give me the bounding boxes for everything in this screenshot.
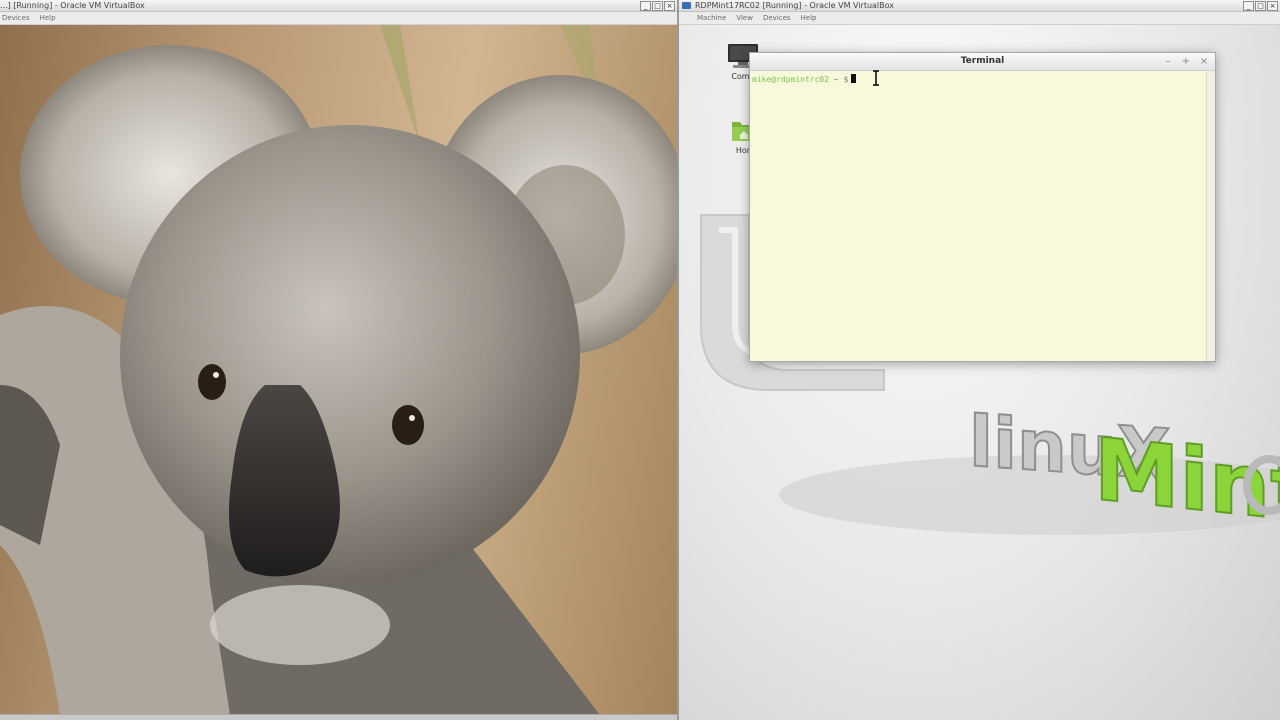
right-menu-help[interactable]: Help <box>801 12 817 24</box>
terminal-close-button[interactable]: × <box>1199 53 1209 70</box>
left-vm-statusbar <box>0 714 677 720</box>
left-menu-devices[interactable]: Devices <box>2 12 30 24</box>
left-menu-help[interactable]: Help <box>40 12 56 24</box>
right-menu-view[interactable]: View <box>736 12 753 24</box>
right-vm-minimize-button[interactable]: _ <box>1243 1 1254 11</box>
terminal-title: Terminal <box>960 56 1005 66</box>
left-vm-maximize-button[interactable]: □ <box>652 1 663 11</box>
koala-image <box>0 25 677 715</box>
terminal-text-area[interactable]: mike@rdpmintrc02 ~ $ <box>750 71 1207 361</box>
left-virtualbox-window: ...] [Running] - Oracle VM VirtualBox _ … <box>0 0 677 720</box>
koala-wallpaper <box>0 25 677 715</box>
right-vm-menubar: Machine View Devices Help <box>679 12 1280 25</box>
terminal-prompt-symbol: ~ $ <box>833 75 849 84</box>
mouse-ibeam-cursor-icon <box>873 70 879 86</box>
right-vm-maximize-button[interactable]: □ <box>1255 1 1266 11</box>
terminal-maximize-button[interactable]: + <box>1181 53 1191 70</box>
terminal-prompt-user: mike@rdpmintrc02 <box>752 75 830 84</box>
terminal-scrollbar[interactable] <box>1206 71 1215 361</box>
terminal-window[interactable]: Terminal – + × mike@rdpmintrc02 ~ $ <box>749 52 1216 362</box>
right-menu-devices[interactable]: Devices <box>763 12 791 24</box>
right-menu-machine[interactable]: Machine <box>697 12 726 24</box>
terminal-titlebar[interactable]: Terminal – + × <box>750 53 1215 71</box>
left-vm-title: ...] [Running] - Oracle VM VirtualBox <box>0 1 145 10</box>
right-vm-close-button[interactable]: × <box>1267 1 1278 11</box>
right-vm-titlebar[interactable]: RDPMint17RC02 [Running] - Oracle VM Virt… <box>679 0 1280 12</box>
virtualbox-app-icon <box>682 2 691 9</box>
left-vm-titlebar[interactable]: ...] [Running] - Oracle VM VirtualBox _ … <box>0 0 677 12</box>
terminal-cursor <box>851 74 857 83</box>
left-vm-minimize-button[interactable]: _ <box>640 1 651 11</box>
left-vm-menubar: Devices Help <box>0 12 677 25</box>
terminal-minimize-button[interactable]: – <box>1163 53 1173 70</box>
right-vm-title: RDPMint17RC02 [Running] - Oracle VM Virt… <box>695 1 895 10</box>
left-vm-close-button[interactable]: × <box>664 1 675 11</box>
